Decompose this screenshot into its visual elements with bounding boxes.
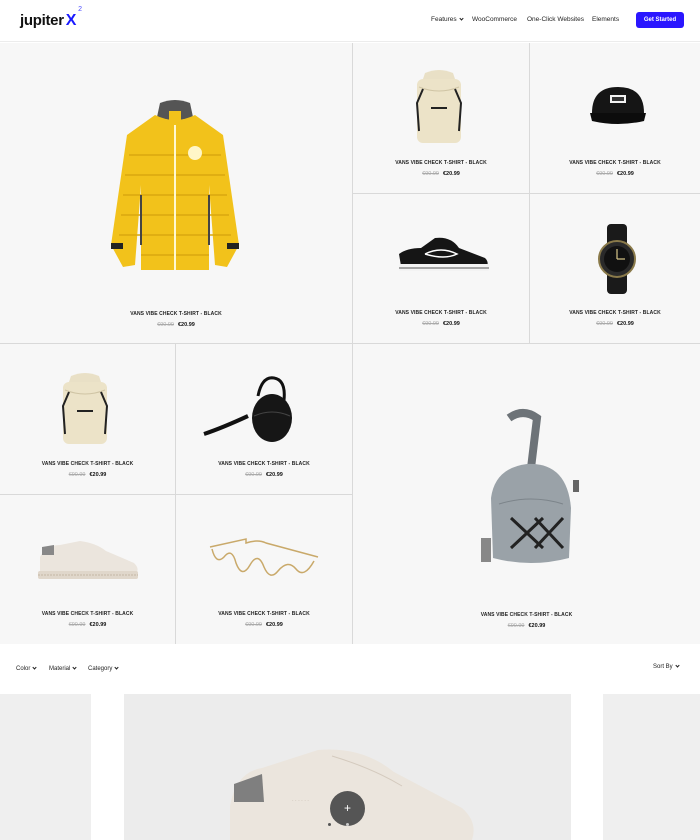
filter-material-label: Material <box>49 666 71 672</box>
sort-by-dropdown[interactable]: Sort By <box>653 662 680 670</box>
product-card[interactable]: VANS VIBE CHECK T-SHIRT - BLACK €90.99 €2… <box>530 194 700 343</box>
chevron-down-icon <box>72 664 77 670</box>
old-price: €90.99 <box>157 322 174 328</box>
old-price: €90.99 <box>68 622 86 628</box>
old-price: €90.99 <box>507 623 525 629</box>
product-name[interactable]: VANS VIBE CHECK T-SHIRT - BLACK <box>353 612 700 618</box>
current-price: €20.99 <box>617 321 634 327</box>
old-price: €90.99 <box>245 622 262 628</box>
current-price: €20.99 <box>266 472 283 478</box>
chevron-down-icon <box>32 664 37 670</box>
product-price: €90.99 €20.99 <box>0 322 352 328</box>
current-price: €20.99 <box>617 171 634 177</box>
grey-sling-bag-image <box>481 409 579 563</box>
grid-divider <box>0 343 700 344</box>
yellow-puffer-jacket-image <box>111 100 239 270</box>
site-header: jupiter X2 Features WooCommerce One-Click… <box>0 0 700 42</box>
chevron-down-icon <box>114 664 119 670</box>
product-card[interactable]: VANS VIBE CHECK T-SHIRT - BLACK €90.99 €2… <box>353 43 529 193</box>
nav-elements[interactable]: Elements <box>592 16 619 23</box>
logo-x: X <box>65 12 77 29</box>
product-price: €90.99 €20.99 <box>176 472 352 478</box>
jupiterx-logo[interactable]: jupiter X2 <box>20 6 82 30</box>
white-sneaker-image <box>38 541 138 579</box>
nav-features-label: Features <box>431 16 457 23</box>
product-name[interactable]: VANS VIBE CHECK T-SHIRT - BLACK <box>530 160 700 166</box>
get-started-button[interactable]: Get Started <box>636 12 684 28</box>
product-price: €90.99 €20.99 <box>353 171 529 177</box>
product-price: €90.99 €20.99 <box>530 171 700 177</box>
black-cap-image <box>590 87 646 124</box>
product-name[interactable]: VANS VIBE CHECK T-SHIRT - BLACK <box>176 611 352 617</box>
black-leather-bag-image <box>203 376 292 442</box>
old-price: €90.99 <box>596 171 613 177</box>
black-watch-image <box>598 224 636 294</box>
cream-backpack-image <box>61 373 109 444</box>
filter-color-label: Color <box>16 666 31 672</box>
sort-by-label: Sort By <box>653 664 673 670</box>
product-card[interactable]: VANS VIBE CHECK T-SHIRT - BLACK €90.99 €2… <box>353 344 700 644</box>
old-price: €90.99 <box>422 171 439 177</box>
product-card[interactable]: VANS VIBE CHECK T-SHIRT - BLACK €90.99 €2… <box>0 344 175 494</box>
current-price: €20.99 <box>528 623 546 629</box>
add-to-cart-button[interactable]: + <box>330 791 365 826</box>
product-card[interactable]: VANS VIBE CHECK T-SHIRT - BLACK €90.99 €2… <box>0 495 175 644</box>
current-price: €20.99 <box>89 622 107 628</box>
carousel-dot[interactable] <box>346 823 349 826</box>
old-price: €90.99 <box>596 321 613 327</box>
cream-backpack-image <box>415 70 463 143</box>
filter-category-label: Category <box>88 666 113 672</box>
current-price: €20.99 <box>443 321 460 327</box>
product-card[interactable]: VANS VIBE CHECK T-SHIRT - BLACK €90.99 €2… <box>530 43 700 193</box>
nav-woocommerce[interactable]: WooCommerce <box>472 16 517 23</box>
product-price: €90.99 €20.99 <box>176 622 352 628</box>
product-card[interactable]: VANS VIBE CHECK T-SHIRT - BLACK €90.99 €2… <box>0 43 352 343</box>
grid-divider <box>0 494 352 495</box>
nav-one-click-websites[interactable]: One-Click Websites <box>527 16 584 23</box>
filter-category[interactable]: Category <box>88 664 119 672</box>
logo-superscript: 2 <box>78 6 82 13</box>
product-card[interactable]: VANS VIBE CHECK T-SHIRT - BLACK €90.99 €2… <box>176 344 352 494</box>
current-price: €20.99 <box>178 322 195 328</box>
chevron-down-icon <box>459 15 464 21</box>
product-name[interactable]: VANS VIBE CHECK T-SHIRT - BLACK <box>0 461 175 467</box>
current-price: €20.99 <box>443 171 460 177</box>
carousel-next-slide[interactable] <box>603 694 700 840</box>
old-price: €90.99 <box>68 472 86 478</box>
filter-material[interactable]: Material <box>49 664 77 672</box>
product-price: €90.99 €20.99 <box>353 623 700 629</box>
black-sneaker-image <box>399 237 489 271</box>
gold-chain-glasses-image <box>209 538 319 576</box>
nav-one-click-label: One-Click Websites <box>527 16 584 23</box>
product-name[interactable]: VANS VIBE CHECK T-SHIRT - BLACK <box>353 160 529 166</box>
old-price: €90.99 <box>245 472 262 478</box>
filter-bar: Color Material Category Sort By <box>0 660 700 680</box>
nav-woocommerce-label: WooCommerce <box>472 16 518 23</box>
product-grid: VANS VIBE CHECK T-SHIRT - BLACK €90.99 €2… <box>0 43 700 644</box>
nav-elements-label: Elements <box>592 16 620 23</box>
product-price: €90.99 €20.99 <box>353 321 529 327</box>
product-name[interactable]: VANS VIBE CHECK T-SHIRT - BLACK <box>0 311 352 317</box>
product-name[interactable]: VANS VIBE CHECK T-SHIRT - BLACK <box>0 611 175 617</box>
carousel-dot[interactable] <box>328 823 331 826</box>
product-name[interactable]: VANS VIBE CHECK T-SHIRT - BLACK <box>353 310 529 316</box>
filter-color[interactable]: Color <box>16 664 37 672</box>
svg-text:· · · · · ·: · · · · · · <box>292 798 309 804</box>
product-price: €90.99 €20.99 <box>530 321 700 327</box>
product-name[interactable]: VANS VIBE CHECK T-SHIRT - BLACK <box>530 310 700 316</box>
chevron-down-icon <box>675 662 680 668</box>
grid-divider <box>352 193 700 194</box>
current-price: €20.99 <box>89 472 107 478</box>
current-price: €20.99 <box>266 622 283 628</box>
old-price: €90.99 <box>422 321 439 327</box>
carousel-prev-slide[interactable] <box>0 694 91 840</box>
product-price: €90.99 €20.99 <box>0 622 175 628</box>
logo-text: jupiter <box>20 12 64 29</box>
nav-features[interactable]: Features <box>431 15 464 23</box>
product-card[interactable]: VANS VIBE CHECK T-SHIRT - BLACK €90.99 €2… <box>176 495 352 644</box>
product-name[interactable]: VANS VIBE CHECK T-SHIRT - BLACK <box>176 461 352 467</box>
product-card[interactable]: VANS VIBE CHECK T-SHIRT - BLACK €90.99 €2… <box>353 194 529 343</box>
product-price: €90.99 €20.99 <box>0 472 175 478</box>
